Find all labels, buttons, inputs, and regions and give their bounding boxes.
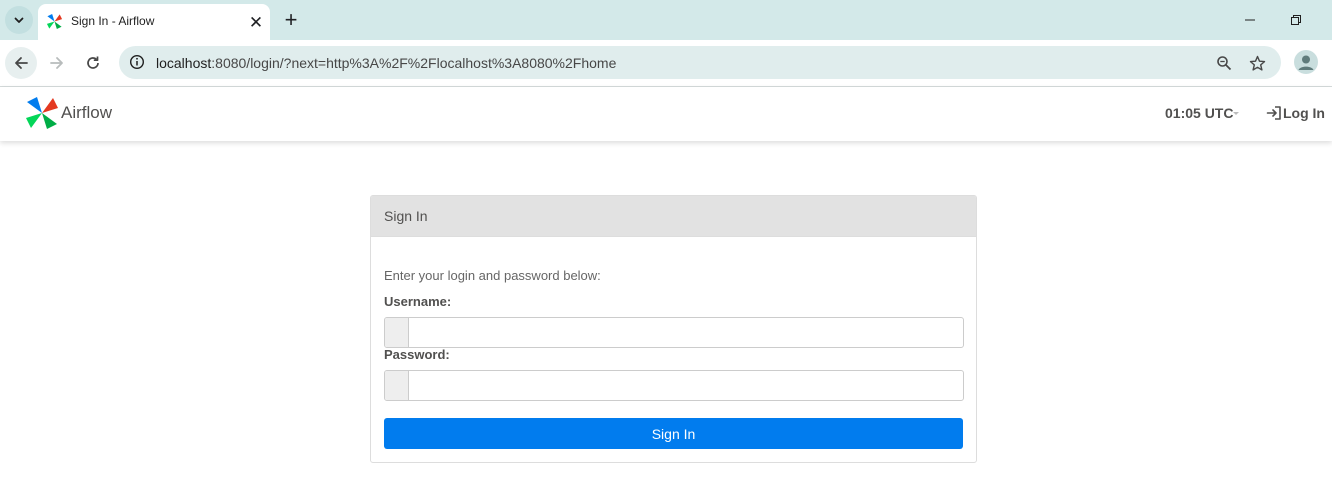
forward-button[interactable] [41,47,73,79]
plus-icon[interactable]: + [281,9,301,31]
username-label: Username: [384,294,452,309]
password-label: Password: [384,347,450,362]
back-button[interactable] [5,47,37,79]
forward-arrow-icon [50,57,63,69]
airflow-logo-icon[interactable] [24,95,60,131]
sign-in-button[interactable]: Sign In [384,418,963,449]
back-arrow-icon [15,57,28,69]
signin-instructions: Enter your login and password below: [384,268,601,283]
airflow-favicon-icon [46,13,63,30]
browser-tabstrip: Sign In - Airflow ✕ + [0,0,1332,40]
restore-icon[interactable] [1284,8,1308,32]
browser-tab-active[interactable]: Sign In - Airflow ✕ [38,4,270,40]
brand-name[interactable]: Airflow [61,103,112,123]
profile-icon[interactable] [1294,50,1318,74]
login-icon [1266,106,1281,120]
info-icon[interactable] [127,52,147,72]
username-addon [385,318,409,347]
reload-icon [87,56,99,69]
login-label: Log In [1283,105,1325,121]
panel-title: Sign In [384,208,428,224]
close-icon[interactable]: ✕ [246,12,266,32]
url-path: :8080/login/?next=http%3A%2F%2Flocalhost… [211,55,617,71]
minimize-icon[interactable] [1238,8,1262,32]
url-host: localhost [156,55,212,71]
bookmark-star-icon[interactable] [1246,52,1268,74]
tab-title: Sign In - Airflow [71,14,155,28]
chevron-down-icon[interactable] [1233,112,1239,115]
airflow-navbar: Airflow 01:05 UTC Log In [0,87,1332,141]
password-input-group[interactable] [384,370,964,401]
zoom-icon[interactable] [1213,52,1235,74]
address-bar[interactable]: localhost:8080/login/?next=http%3A%2F%2F… [119,46,1281,79]
reload-button[interactable] [77,47,109,79]
panel-header: Sign In [371,196,976,237]
password-addon [385,371,409,400]
tab-search-button[interactable] [5,6,33,34]
login-link[interactable]: Log In [1266,105,1325,121]
utc-clock[interactable]: 01:05 UTC [1165,105,1233,121]
password-input[interactable] [409,371,959,400]
username-input-group[interactable] [384,317,964,348]
url-text[interactable]: localhost:8080/login/?next=http%3A%2F%2F… [156,55,616,71]
tab-search-icon [14,17,24,23]
signin-panel: Sign In Enter your login and password be… [370,195,977,463]
browser-toolbar: localhost:8080/login/?next=http%3A%2F%2F… [0,40,1332,86]
username-input[interactable] [409,318,959,347]
